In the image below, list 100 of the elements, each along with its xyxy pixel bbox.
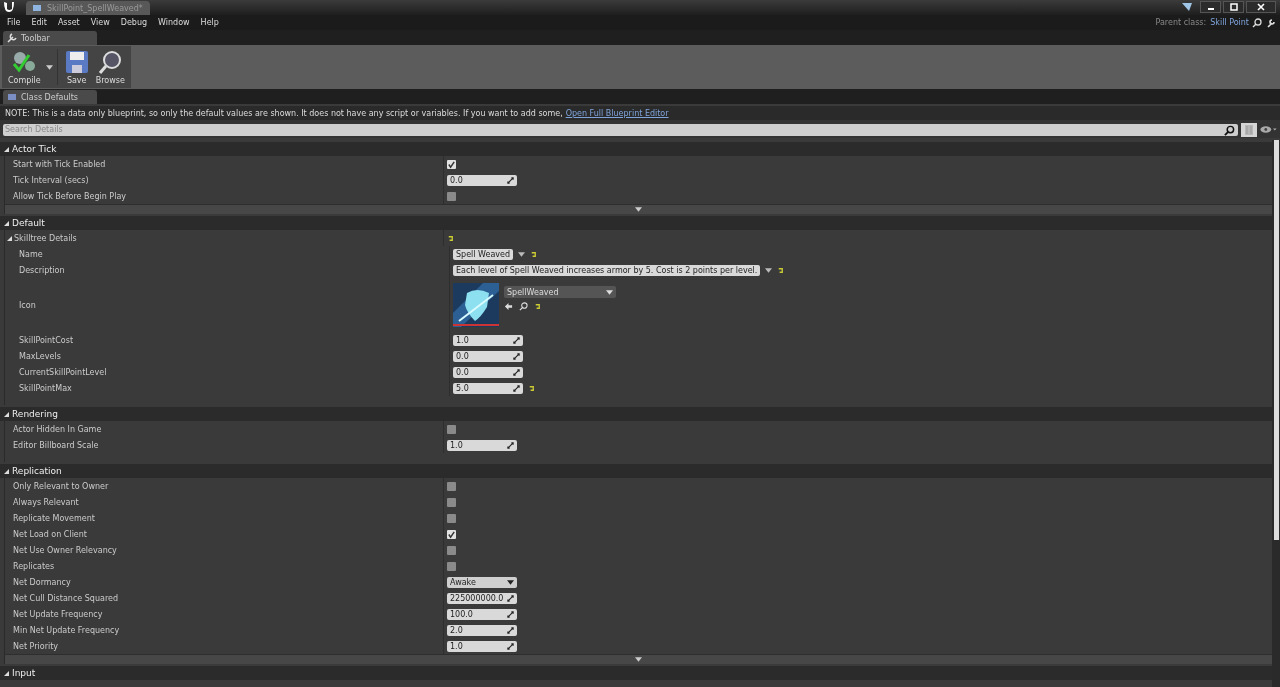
checkbox[interactable] <box>447 159 456 169</box>
open-editor-link[interactable]: Open Full Blueprint Editor <box>565 108 669 118</box>
text-field[interactable]: Spell Weaved <box>453 248 514 260</box>
menu-item[interactable]: Asset <box>57 18 80 27</box>
maximize-button[interactable] <box>1223 1 1244 13</box>
category-header[interactable]: Default <box>0 216 1272 230</box>
category-header[interactable]: Actor Tick <box>0 142 1272 156</box>
drag-arrows-icon <box>507 626 514 634</box>
reset-icon[interactable] <box>534 303 541 310</box>
compile-button[interactable]: Compile <box>5 47 44 87</box>
maximize-icon <box>1228 2 1239 12</box>
checkbox[interactable] <box>447 545 456 555</box>
caret-icon[interactable] <box>45 64 53 70</box>
property-label: Actor Hidden In Game <box>13 424 102 434</box>
property-label: Tick Interval (secs) <box>13 175 89 185</box>
text-field[interactable]: Each level of Spell Weaved increases armor by 5. Cost is 2 points per level. <box>453 264 761 276</box>
note-text: NOTE: This is a data only blueprint, so only the default values are shown. It does not have any script or variables. If you want to add some, <box>5 108 563 118</box>
number-field[interactable]: 2.0 <box>447 624 517 636</box>
number-field[interactable]: 5.0 <box>453 382 523 394</box>
parent-class-label: Parent class: <box>1155 18 1207 27</box>
checkbox[interactable] <box>447 529 456 539</box>
group-label[interactable]: Skilltree Details <box>7 233 77 243</box>
tab-title: SkillPoint_SpellWeaved* <box>47 3 143 13</box>
search-field[interactable]: Search Details <box>3 123 1238 136</box>
category-header[interactable]: Replication <box>0 464 1272 478</box>
browse-button[interactable]: Browse <box>92 47 128 87</box>
arrow-left-icon[interactable] <box>504 302 513 311</box>
search-icon[interactable] <box>1252 17 1262 28</box>
menu-item[interactable]: Debug <box>120 18 148 27</box>
property-label: Net Cull Distance Squared <box>13 593 118 603</box>
drag-arrows-icon <box>507 441 514 449</box>
eye-icon[interactable] <box>1259 125 1278 134</box>
property-label: Allow Tick Before Begin Play <box>13 191 127 201</box>
drag-arrows-icon <box>507 642 514 650</box>
number-field[interactable]: 1.0 <box>447 640 517 652</box>
minimize-button[interactable] <box>1200 1 1221 13</box>
close-button[interactable] <box>1246 1 1276 13</box>
checkbox[interactable] <box>447 481 456 491</box>
number-field[interactable]: 225000000.0 <box>447 592 517 604</box>
menu-item[interactable]: Window <box>158 18 190 27</box>
view-options-button[interactable] <box>1241 122 1257 137</box>
close-icon <box>1256 2 1266 12</box>
expanded-arrow-icon <box>4 670 9 676</box>
menu-item[interactable]: File <box>7 18 21 27</box>
reset-icon[interactable] <box>777 266 785 274</box>
search-icon[interactable] <box>519 302 528 311</box>
drag-arrows-icon <box>507 594 514 602</box>
property-label: Net Load on Client <box>13 529 87 539</box>
dropdown[interactable]: Awake <box>447 576 517 588</box>
scrollbar[interactable] <box>1272 140 1280 687</box>
reset-icon[interactable] <box>447 234 454 242</box>
caret-icon[interactable] <box>765 267 773 273</box>
asset-dropdown[interactable]: SpellWeaved <box>504 286 616 298</box>
property-label: Net Priority <box>13 641 59 651</box>
tab-label: Toolbar <box>21 33 50 43</box>
property-label: CurrentSkillPointLevel <box>19 367 107 377</box>
drag-arrows-icon <box>513 352 520 360</box>
toolbar-tab[interactable]: Toolbar <box>3 31 97 45</box>
checkbox[interactable] <box>447 513 456 523</box>
number-field[interactable]: 0.0 <box>453 350 523 362</box>
property-label: Start with Tick Enabled <box>13 159 106 169</box>
wrench-icon[interactable] <box>1266 17 1276 28</box>
checkbox[interactable] <box>447 424 456 434</box>
drag-arrows-icon <box>507 176 514 184</box>
expanded-arrow-icon <box>7 235 12 241</box>
drag-arrows-icon <box>513 336 520 344</box>
tab-label: Class Defaults <box>21 92 78 102</box>
reset-icon[interactable] <box>528 384 535 392</box>
number-field[interactable]: 100.0 <box>447 608 517 620</box>
drag-arrows-icon <box>513 384 520 392</box>
caret-icon[interactable] <box>518 251 526 257</box>
number-field[interactable]: 0.0 <box>447 174 517 186</box>
property-label: MaxLevels <box>19 351 61 361</box>
wrench-icon <box>7 33 17 43</box>
number-field[interactable]: 1.0 <box>447 439 517 451</box>
checkbox[interactable] <box>447 561 456 571</box>
expanded-arrow-icon <box>4 468 9 474</box>
number-field[interactable]: 1.0 <box>453 334 523 346</box>
checkbox[interactable] <box>447 191 456 201</box>
property-label: Icon <box>19 300 36 310</box>
save-button[interactable]: Save <box>60 47 93 87</box>
menu-item[interactable]: View <box>90 18 110 27</box>
drag-arrows-icon <box>513 368 520 376</box>
number-field[interactable]: 0.0 <box>453 366 523 378</box>
property-label: Only Relevant to Owner <box>13 481 109 491</box>
category-header[interactable]: Rendering <box>0 407 1272 421</box>
category-header[interactable]: Input <box>0 666 1272 680</box>
check-icon <box>447 159 456 169</box>
search-icon <box>1224 124 1235 136</box>
menu-item[interactable]: Edit <box>31 18 47 27</box>
property-label: Replicates <box>13 561 55 571</box>
checkbox[interactable] <box>447 497 456 507</box>
class-defaults-tab[interactable]: Class Defaults <box>3 90 97 104</box>
reset-icon[interactable] <box>530 250 538 258</box>
expand-arrow-icon <box>635 207 642 212</box>
magnifier-icon <box>97 49 124 75</box>
property-label: Net Update Frequency <box>13 609 103 619</box>
property-label: Editor Billboard Scale <box>13 440 99 450</box>
parent-class-link[interactable]: Skill Point <box>1210 18 1249 27</box>
menu-item[interactable]: Help <box>200 18 219 27</box>
